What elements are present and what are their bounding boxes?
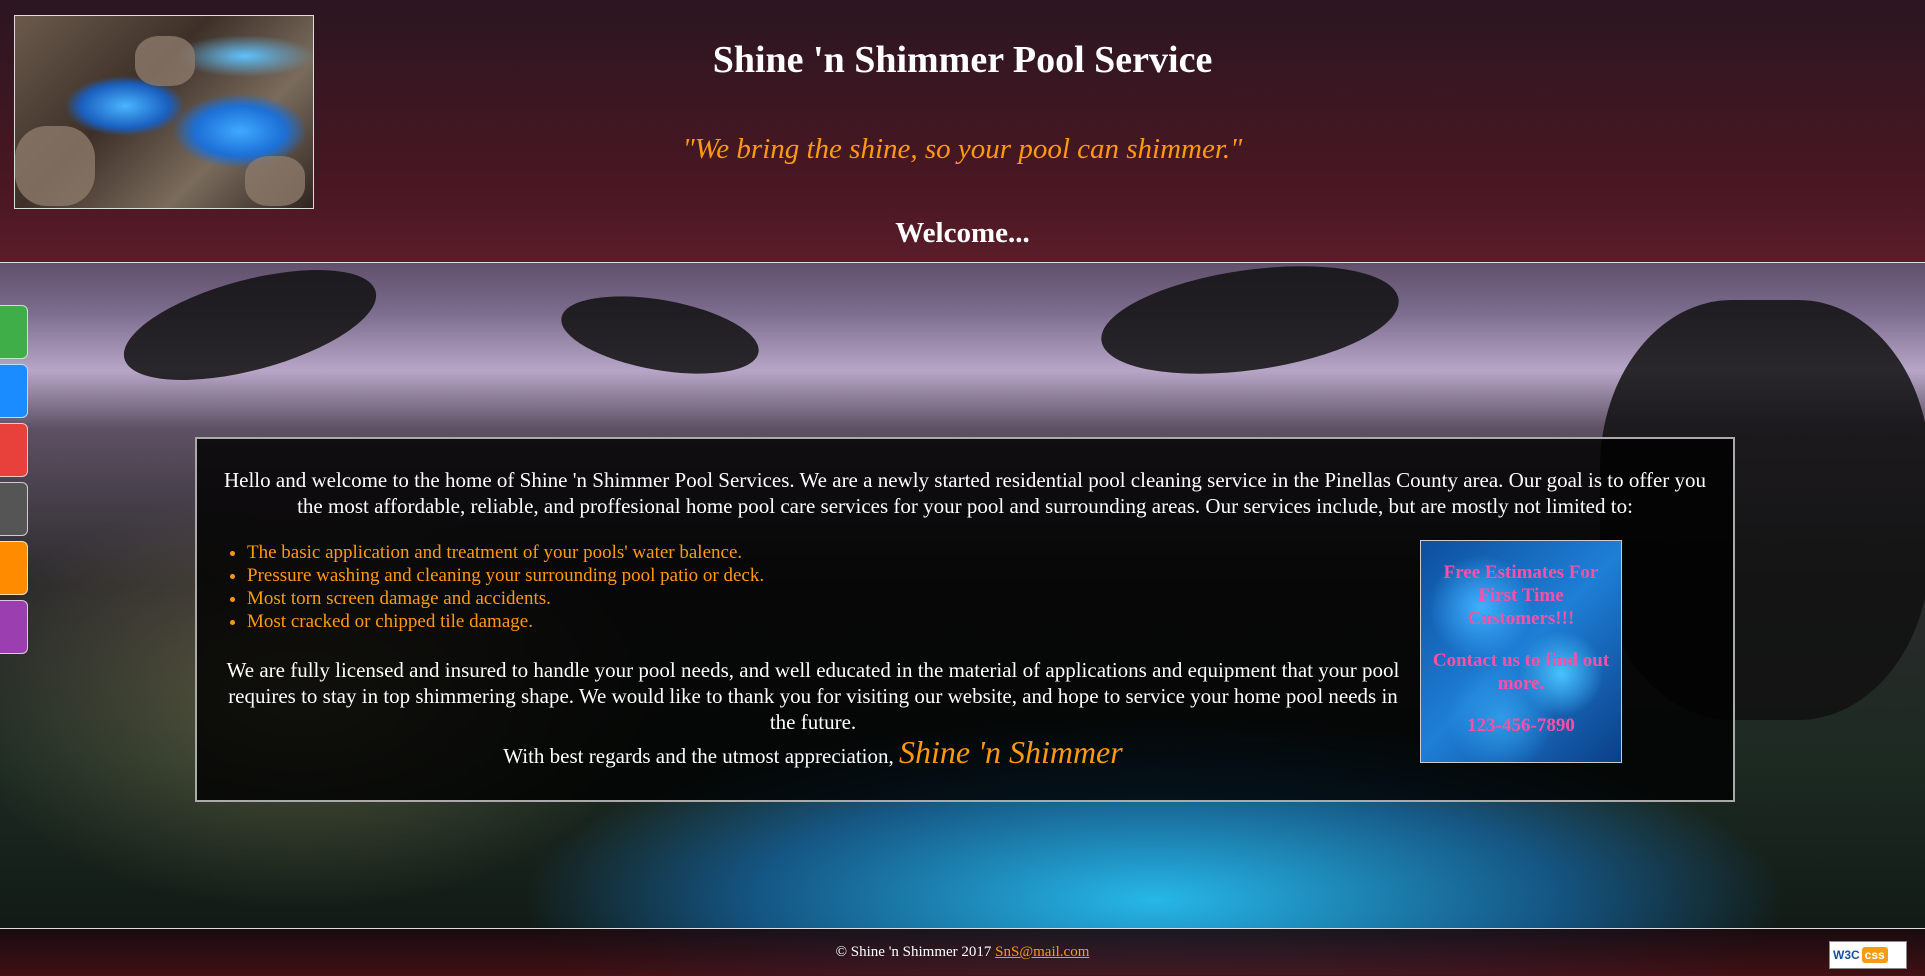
side-nav-tab-green[interactable] <box>0 305 28 359</box>
side-nav <box>0 305 30 659</box>
promo-contact: Contact us to find out more. <box>1432 650 1610 694</box>
palm-silhouette <box>1094 249 1406 391</box>
closing-paragraph: We are fully licensed and insured to han… <box>226 658 1400 734</box>
palm-silhouette <box>555 283 765 387</box>
intro-paragraph: Hello and welcome to the home of Shine '… <box>223 468 1707 518</box>
site-footer: © Shine 'n Shimmer 2017 SnS@mail.com W3C… <box>0 928 1925 976</box>
list-item: The basic application and treatment of y… <box>247 541 764 564</box>
welcome-heading: Welcome... <box>895 217 1030 249</box>
signature: Shine 'n Shimmer <box>899 734 1123 770</box>
site-header: Shine 'n Shimmer Pool Service "We bring … <box>0 0 1925 263</box>
side-nav-tab-blue[interactable] <box>0 364 28 418</box>
w3c-css-badge-icon[interactable]: W3C css <box>1829 941 1907 969</box>
list-item: Most cracked or chipped tile damage. <box>247 610 764 633</box>
regards-text: With best regards and the utmost appreci… <box>503 744 894 768</box>
list-item: Most torn screen damage and accidents. <box>247 587 764 610</box>
main-content-box: Hello and welcome to the home of Shine '… <box>195 437 1735 802</box>
side-nav-tab-red[interactable] <box>0 423 28 477</box>
side-nav-tab-purple[interactable] <box>0 600 28 654</box>
promo-offer: Free Estimates For First Time Customers!… <box>1443 562 1599 629</box>
side-nav-tab-gray[interactable] <box>0 482 28 536</box>
promo-box: Free Estimates For First Time Customers!… <box>1420 540 1622 763</box>
list-item: Pressure washing and cleaning your surro… <box>247 564 764 587</box>
side-nav-tab-orange[interactable] <box>0 541 28 595</box>
regards-line: With best regards and the utmost appreci… <box>215 734 1411 771</box>
email-link[interactable]: SnS@mail.com <box>995 944 1089 960</box>
services-list: The basic application and treatment of y… <box>225 541 764 633</box>
copyright-text: © Shine 'n Shimmer 2017 <box>835 944 992 960</box>
palm-silhouette <box>112 247 388 403</box>
page-title: Shine 'n Shimmer Pool Service <box>712 39 1213 81</box>
promo-phone: 123-456-7890 <box>1467 715 1575 736</box>
tagline: "We bring the shine, so your pool can sh… <box>682 133 1243 165</box>
